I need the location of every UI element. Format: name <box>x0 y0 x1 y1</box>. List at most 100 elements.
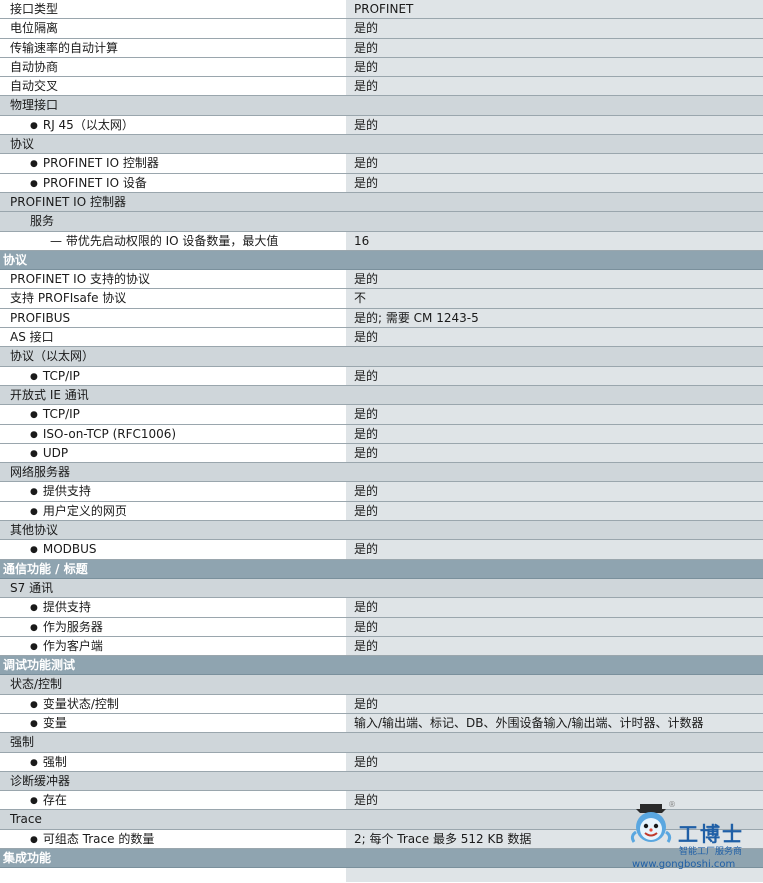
section-title: 通信功能 / 标题 <box>3 561 88 576</box>
row-value <box>346 733 763 752</box>
row-value: 是的 <box>346 617 763 636</box>
row-label: PROFINET IO 控制器 <box>0 154 346 173</box>
row-value <box>346 521 763 540</box>
row-label: PROFINET IO 设备 <box>0 173 346 192</box>
table-row: 作为客户端是的 <box>0 636 763 657</box>
row-value: 是的 <box>346 443 763 463</box>
row-label: 状态/控制 <box>0 675 346 694</box>
row-label: 强制 <box>0 733 346 752</box>
table-row: TCP/IP是的 <box>0 405 763 425</box>
row-label: 开放式 IE 通讯 <box>0 385 346 405</box>
group-row: 状态/控制 <box>0 675 763 695</box>
group-row: PROFINET IO 控制器 <box>0 192 763 213</box>
group-row: 其他协议 <box>0 521 763 541</box>
group-row: 协议（以太网） <box>0 347 763 367</box>
row-value: 是的 <box>346 270 763 289</box>
row-value <box>346 96 763 115</box>
row-value <box>346 578 763 598</box>
row-value: 是的 <box>346 173 763 192</box>
row-label: 用户定义的网页 <box>0 501 346 521</box>
row-label: S7 通讯 <box>0 578 346 598</box>
row-label: Trace <box>0 810 346 829</box>
table-row: RJ 45（以太网）是的 <box>0 115 763 136</box>
row-label: 可组态 Trace 的数量 <box>0 829 346 849</box>
row-value: 是的 <box>346 19 763 38</box>
row-label: 物理接口 <box>0 96 346 115</box>
row-value <box>346 135 763 154</box>
row-label: MODBUS <box>0 540 346 559</box>
row-label: TCP/IP <box>0 405 346 424</box>
row-label <box>0 868 346 883</box>
row-label: 存在 <box>0 791 346 810</box>
row-value: 是的 <box>346 328 763 347</box>
row-label: 其他协议 <box>0 521 346 540</box>
row-label: 传输速率的自动计算 <box>0 38 346 57</box>
section-header: 协议 <box>0 250 763 271</box>
table-row: 作为服务器是的 <box>0 617 763 637</box>
row-label: UDP <box>0 443 346 463</box>
row-label: 诊断缓冲器 <box>0 771 346 791</box>
row-value: 是的 <box>346 57 763 77</box>
row-value <box>346 463 763 482</box>
row-label: RJ 45（以太网） <box>0 115 346 135</box>
table-row: 自动交叉 是的 <box>0 77 763 97</box>
row-label: 接口类型 <box>0 0 346 19</box>
table-row: 支持 PROFIsafe 协议不 <box>0 289 763 309</box>
group-row: 服务 <box>0 212 763 232</box>
table-row: PROFINET IO 支持的协议 是的 <box>0 270 763 290</box>
table-row: PROFIBUS 是的; 需要 CM 1243-5 <box>0 308 763 329</box>
row-label: 作为客户端 <box>0 636 346 656</box>
row-label: 自动交叉 <box>0 77 346 96</box>
row-label: 自动协商 <box>0 57 346 77</box>
table-row: 电位隔离 是的 <box>0 19 763 39</box>
row-value: 是的; 需要 CM 1243-5 <box>346 308 763 328</box>
row-label: 电位隔离 <box>0 19 346 38</box>
table-row: 提供支持是的 <box>0 482 763 502</box>
table-row: MODBUS是的 <box>0 540 763 560</box>
table-row: UDP是的 <box>0 443 763 464</box>
row-value: 16 <box>346 231 763 250</box>
table-row: — 带优先启动权限的 IO 设备数量，最大值 16 <box>0 231 763 251</box>
row-label: PROFIBUS <box>0 308 346 328</box>
row-value: 是的 <box>346 482 763 501</box>
table-row: 传输速率的自动计算 是的 <box>0 38 763 58</box>
row-value: 输入/输出端、标记、DB、外围设备输入/输出端、计时器、计数器 <box>346 713 763 733</box>
registered-mark: ® <box>668 800 676 809</box>
row-value: 是的 <box>346 115 763 135</box>
row-value: 是的 <box>346 694 763 713</box>
row-value: 是的 <box>346 77 763 96</box>
spec-table: 接口类型 PROFINET 电位隔离 是的 传输速率的自动计算 是的 自动协商 是的 自动交叉是… <box>0 0 763 883</box>
row-label: 协议 <box>0 135 346 154</box>
section-title: 调试功能测试 <box>3 658 76 673</box>
row-label: 提供支持 <box>0 598 346 617</box>
group-row: 强制 <box>0 733 763 753</box>
row-label: 变量 <box>0 713 346 733</box>
row-label: 协议（以太网） <box>0 347 346 366</box>
watermark-brand: 工博士 <box>678 822 744 846</box>
row-value: 是的 <box>346 501 763 521</box>
table-row: PROFINET IO 设备是的 <box>0 173 763 193</box>
row-label: 网络服务器 <box>0 463 346 482</box>
row-value: 是的 <box>346 540 763 559</box>
row-label: ISO-on-TCP (RFC1006) <box>0 424 346 443</box>
table-row: PROFINET IO 控制器是的 <box>0 154 763 174</box>
row-value <box>346 192 763 212</box>
row-value <box>346 385 763 405</box>
row-value: 是的 <box>346 636 763 656</box>
row-value <box>346 347 763 366</box>
group-row: 物理接口 <box>0 96 763 116</box>
row-value <box>346 771 763 791</box>
row-value: 不 <box>346 289 763 308</box>
row-label: 强制 <box>0 752 346 771</box>
row-label: PROFINET IO 控制器 <box>0 192 346 212</box>
group-row: 协议 <box>0 135 763 155</box>
group-row: 诊断缓冲器 <box>0 771 763 792</box>
row-value: PROFINET <box>346 0 763 19</box>
table-row: 强制是的 <box>0 752 763 772</box>
row-label: TCP/IP <box>0 366 346 385</box>
watermark-url: www.gongboshi.com <box>632 859 736 870</box>
row-label: 支持 PROFIsafe 协议 <box>0 289 346 308</box>
table-row: 提供支持是的 <box>0 598 763 618</box>
table-row: 变量状态/控制是的 <box>0 694 763 714</box>
table-row: 用户定义的网页是的 <box>0 501 763 522</box>
